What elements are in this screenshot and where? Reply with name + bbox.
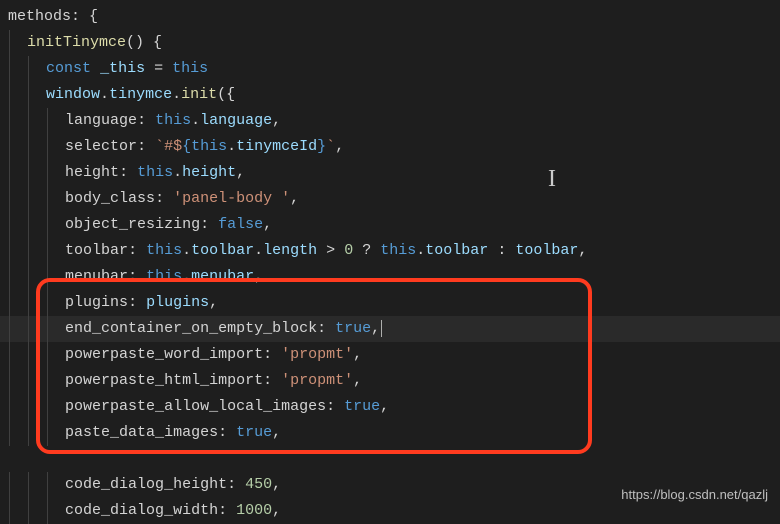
token-fn: initTinymce <box>27 34 126 51</box>
code-line: body_class: 'panel-body ', <box>0 186 780 212</box>
token-prop: methods <box>8 8 71 25</box>
code-line: plugins: plugins, <box>0 290 780 316</box>
code-line <box>0 446 780 472</box>
code-line: initTinymce() { <box>0 30 780 56</box>
code-line: menubar: this.menubar, <box>0 264 780 290</box>
watermark-text: https://blog.csdn.net/qazlj <box>621 482 768 508</box>
token-var: window <box>46 86 100 103</box>
code-line: const _this = this <box>0 56 780 82</box>
code-line: powerpaste_allow_local_images: true, <box>0 394 780 420</box>
token-this: this <box>172 60 208 77</box>
code-line: height: this.height, <box>0 160 780 186</box>
cursor-caret <box>381 320 391 337</box>
code-line: powerpaste_word_import: 'propmt', <box>0 342 780 368</box>
token-var: _this <box>100 60 145 77</box>
code-line: language: this.language, <box>0 108 780 134</box>
code-line: toolbar: this.toolbar.length > 0 ? this.… <box>0 238 780 264</box>
code-line: paste_data_images: true, <box>0 420 780 446</box>
code-line: powerpaste_html_import: 'propmt', <box>0 368 780 394</box>
text-cursor-icon: I <box>548 166 556 192</box>
code-line: window.tinymce.init({ <box>0 82 780 108</box>
code-line: methods: { <box>0 4 780 30</box>
code-line: object_resizing: false, <box>0 212 780 238</box>
code-editor[interactable]: methods: { initTinymce() { const _this =… <box>0 0 780 524</box>
token-keyword: const <box>46 60 91 77</box>
code-line-current: end_container_on_empty_block: true, <box>0 316 780 342</box>
code-line: selector: `#${this.tinymceId}`, <box>0 134 780 160</box>
